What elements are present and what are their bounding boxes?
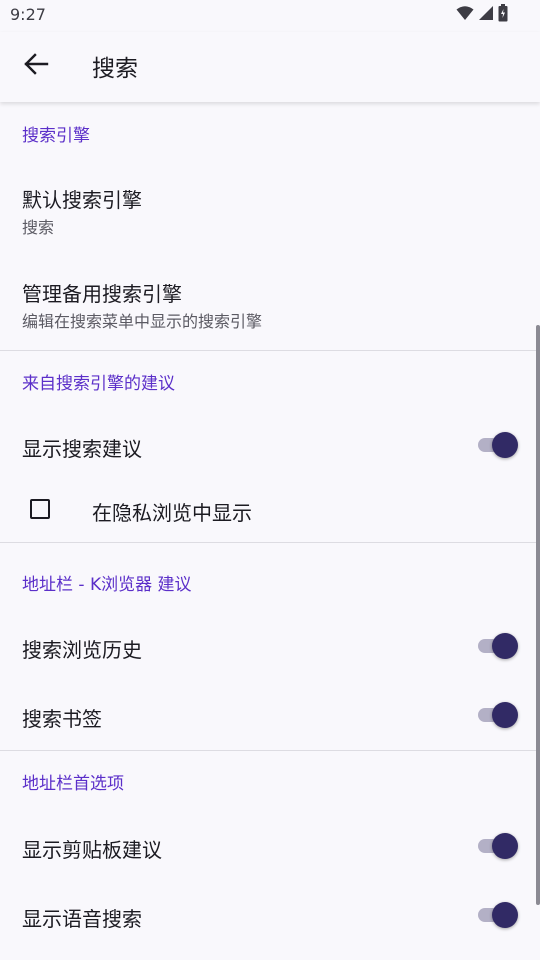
pref-search-history[interactable]: 搜索浏览历史 [0, 610, 540, 680]
pref-title: 默认搜索引擎 [22, 188, 142, 212]
divider [0, 542, 540, 543]
toggle-switch[interactable] [476, 702, 518, 728]
pref-manage-search-engines[interactable]: 管理备用搜索引擎 编辑在搜索菜单中显示的搜索引擎 [0, 254, 540, 348]
pref-voice-search[interactable]: 显示语音搜索 [0, 880, 540, 950]
divider [0, 750, 540, 751]
switch-thumb [492, 902, 518, 928]
switch-thumb [492, 833, 518, 859]
switch-thumb [492, 432, 518, 458]
pref-summary: 编辑在搜索菜单中显示的搜索引擎 [22, 312, 263, 331]
section-header-search-engines: 搜索引擎 [22, 126, 90, 146]
section-header-search-suggestions: 来自搜索引擎的建议 [22, 374, 175, 394]
app-bar: 搜索 [0, 32, 540, 102]
pref-summary: 搜索 [22, 218, 55, 237]
pref-search-bookmarks[interactable]: 搜索书签 [0, 680, 540, 750]
status-bar: 9:27 [0, 0, 540, 32]
checkbox[interactable] [30, 499, 50, 519]
arrow-left-icon [23, 53, 49, 79]
signal-icon [478, 5, 494, 25]
page-title: 搜索 [92, 56, 138, 82]
pref-title: 显示剪贴板建议 [22, 838, 162, 862]
pref-default-search-engine[interactable]: 默认搜索引擎 搜索 [0, 164, 540, 254]
divider [0, 350, 540, 351]
section-header-address-bar-suggestions: 地址栏 - K浏览器 建议 [22, 575, 192, 595]
pref-title: 显示语音搜索 [22, 907, 142, 931]
pref-title: 管理备用搜索引擎 [22, 282, 182, 306]
screen: 9:27 搜索 搜索引擎 默认搜索引擎 搜索 管理备用搜索引擎 编辑在搜索菜单中… [0, 0, 540, 960]
checkbox-label: 在隐私浏览中显示 [92, 501, 252, 525]
battery-icon [498, 4, 508, 26]
pref-show-in-private[interactable]: 在隐私浏览中显示 [0, 478, 540, 542]
switch-thumb [492, 702, 518, 728]
wifi-icon [456, 5, 474, 25]
pref-title: 搜索浏览历史 [22, 638, 142, 662]
switch-thumb [492, 633, 518, 659]
toggle-switch[interactable] [476, 633, 518, 659]
pref-clipboard-suggestions[interactable]: 显示剪贴板建议 [0, 810, 540, 880]
section-header-address-bar-preferences: 地址栏首选项 [22, 774, 124, 794]
toggle-switch[interactable] [476, 833, 518, 859]
status-icons [456, 4, 508, 26]
pref-title: 搜索书签 [22, 707, 102, 731]
pref-title: 显示搜索建议 [22, 437, 142, 461]
back-button[interactable] [14, 44, 58, 88]
toggle-switch[interactable] [476, 902, 518, 928]
pref-show-search-suggestions[interactable]: 显示搜索建议 [0, 408, 540, 478]
status-time: 9:27 [10, 5, 46, 24]
scrollbar[interactable] [536, 325, 540, 905]
toggle-switch[interactable] [476, 432, 518, 458]
